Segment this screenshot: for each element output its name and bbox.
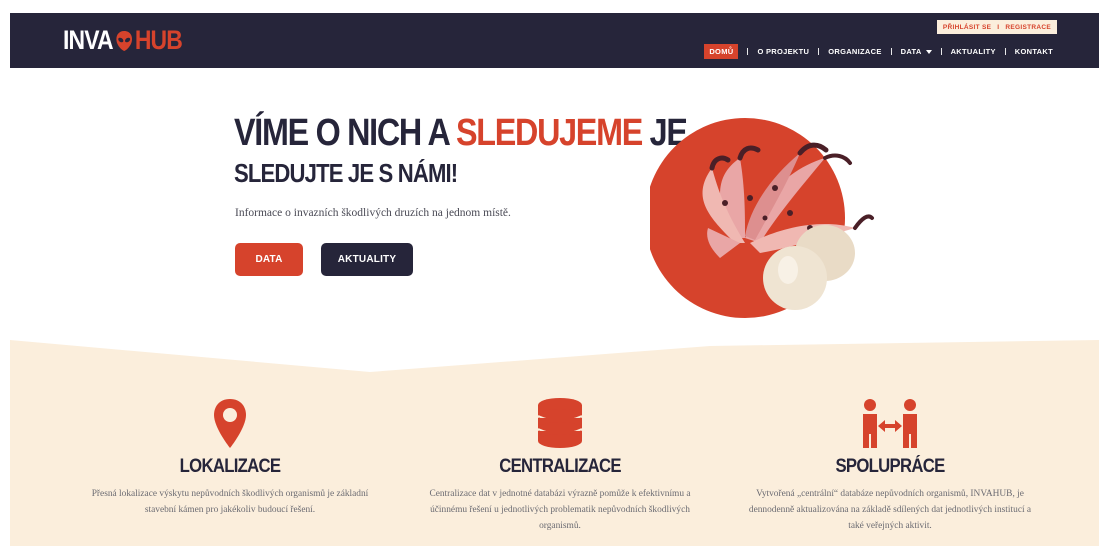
nav-item-o-projektu[interactable]: O PROJEKTU (757, 47, 809, 56)
logo-text-hub: HUB (134, 25, 183, 55)
nav-item-kontakt[interactable]: KONTAKT (1015, 47, 1053, 56)
feature-collaboration: SPOLUPRÁCE Vytvořená „centrální“ databáz… (730, 396, 1050, 534)
nav-divider (940, 48, 942, 55)
register-link[interactable]: REGISTRACE (1005, 24, 1051, 31)
nav-item-data[interactable]: DATA (901, 47, 932, 56)
nav-item-domu[interactable]: DOMŮ (704, 44, 739, 59)
feature-title: LOKALIZACE (179, 456, 281, 477)
feature-text: Vytvořená „centrální“ databáze nepůvodní… (748, 489, 1032, 531)
alien-head-icon (114, 29, 134, 53)
nav-divider (1004, 48, 1006, 55)
nav-item-organizace[interactable]: ORGANIZACE (828, 47, 881, 56)
feature-localization: LOKALIZACE Přesná lokalizace výskytu nep… (70, 396, 390, 518)
auth-separator: I (997, 23, 1000, 31)
feature-text: Přesná lokalizace výskytu nepůvodních šk… (91, 489, 369, 515)
login-link[interactable]: PŘIHLÁSIT SE (943, 24, 991, 31)
main-nav: DOMŮ O PROJEKTU ORGANIZACE DATA AKTUALIT… (704, 44, 1053, 59)
nav-divider (890, 48, 892, 55)
chevron-down-icon (925, 50, 932, 55)
data-button[interactable]: DATA (235, 243, 303, 276)
map-pin-icon (214, 399, 246, 448)
nav-item-aktuality[interactable]: AKTUALITY (951, 47, 996, 56)
feature-title: CENTRALIZACE (499, 456, 621, 477)
nav-item-data-label: DATA (900, 47, 922, 56)
hero-subheadline: SLEDUJTE JE S NÁMI! (234, 158, 458, 188)
news-button[interactable]: AKTUALITY (321, 243, 413, 276)
feature-centralization: CENTRALIZACE Centralizace dat v jednotné… (400, 396, 720, 534)
hero-headline: VÍME O NICH A SLEDUJEME JE. (234, 112, 696, 155)
hero-intro: Informace o invazních škodlivých druzích… (235, 207, 511, 219)
auth-links: PŘIHLÁSIT SE I REGISTRACE (936, 20, 1057, 34)
feature-title: SPOLUPRÁCE (835, 456, 945, 477)
headline-highlight: SLEDUJEME (456, 112, 643, 154)
nav-divider (818, 48, 820, 55)
site-header: INVA HUB PŘIHLÁSIT SE I REGISTRACE DOMŮ … (10, 13, 1099, 68)
headline-part1: VÍME O NICH A (234, 112, 457, 154)
hero-illustration (650, 118, 874, 318)
nav-divider (747, 48, 749, 55)
logo[interactable]: INVA HUB (63, 25, 183, 56)
logo-text-inva: INVA (63, 25, 114, 55)
feature-text: Centralizace dat v jednotné databázi výr… (429, 489, 691, 531)
database-icon (537, 398, 583, 448)
collaboration-icon (863, 399, 917, 448)
